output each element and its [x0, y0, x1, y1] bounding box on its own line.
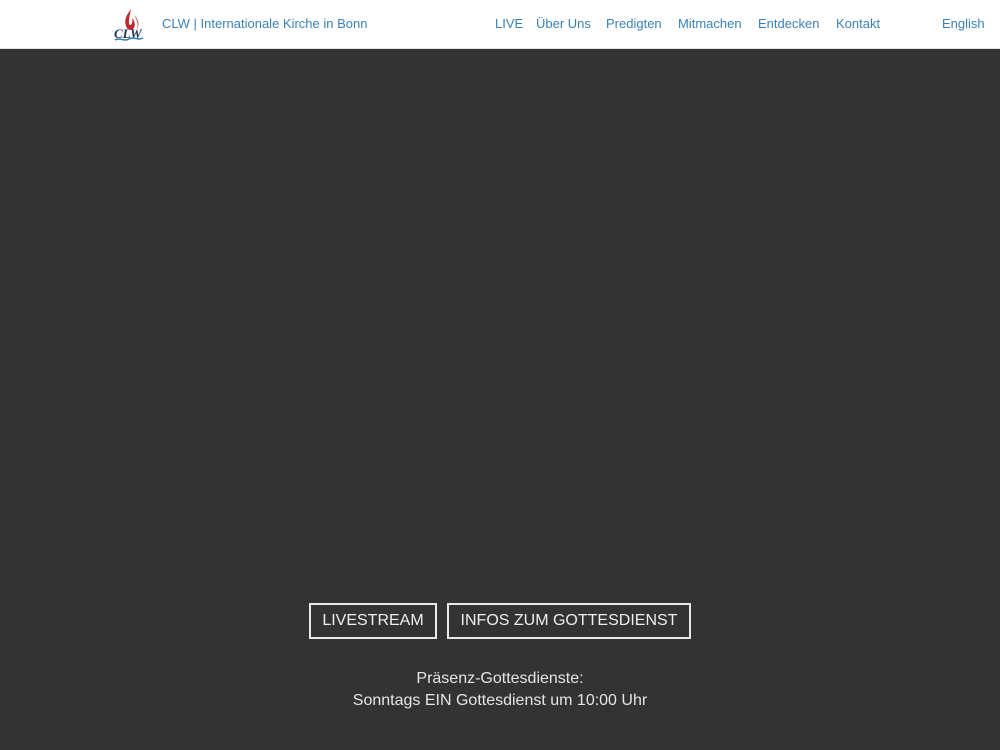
nav-item-predigten[interactable]: Predigten: [606, 16, 662, 31]
hero-section: [0, 50, 1000, 750]
nav-item-kontakt[interactable]: Kontakt: [836, 16, 880, 31]
service-times-detail: Sonntags EIN Gottesdienst um 10:00 Uhr: [352, 692, 648, 709]
nav-item-entdecken[interactable]: Entdecken: [758, 16, 819, 31]
nav-item-ueber-uns[interactable]: Über Uns: [536, 16, 591, 31]
site-header: CLW CLW | Internationale Kirche in Bonn …: [0, 0, 1000, 49]
language-switch-link[interactable]: English: [942, 16, 985, 31]
main-nav: LIVE Über Uns Predigten Mitmachen Entdec…: [0, 16, 1000, 36]
service-info-button[interactable]: INFOS ZUM GOTTESDIENST: [447, 603, 691, 639]
service-times: Präsenz-Gottesdienste: Sonntags EIN Gott…: [0, 668, 1000, 712]
nav-item-mitmachen[interactable]: Mitmachen: [678, 16, 742, 31]
livestream-button[interactable]: LIVESTREAM: [309, 603, 437, 639]
nav-item-live[interactable]: LIVE: [495, 16, 523, 31]
service-times-heading: Präsenz-Gottesdienste:: [416, 670, 584, 687]
